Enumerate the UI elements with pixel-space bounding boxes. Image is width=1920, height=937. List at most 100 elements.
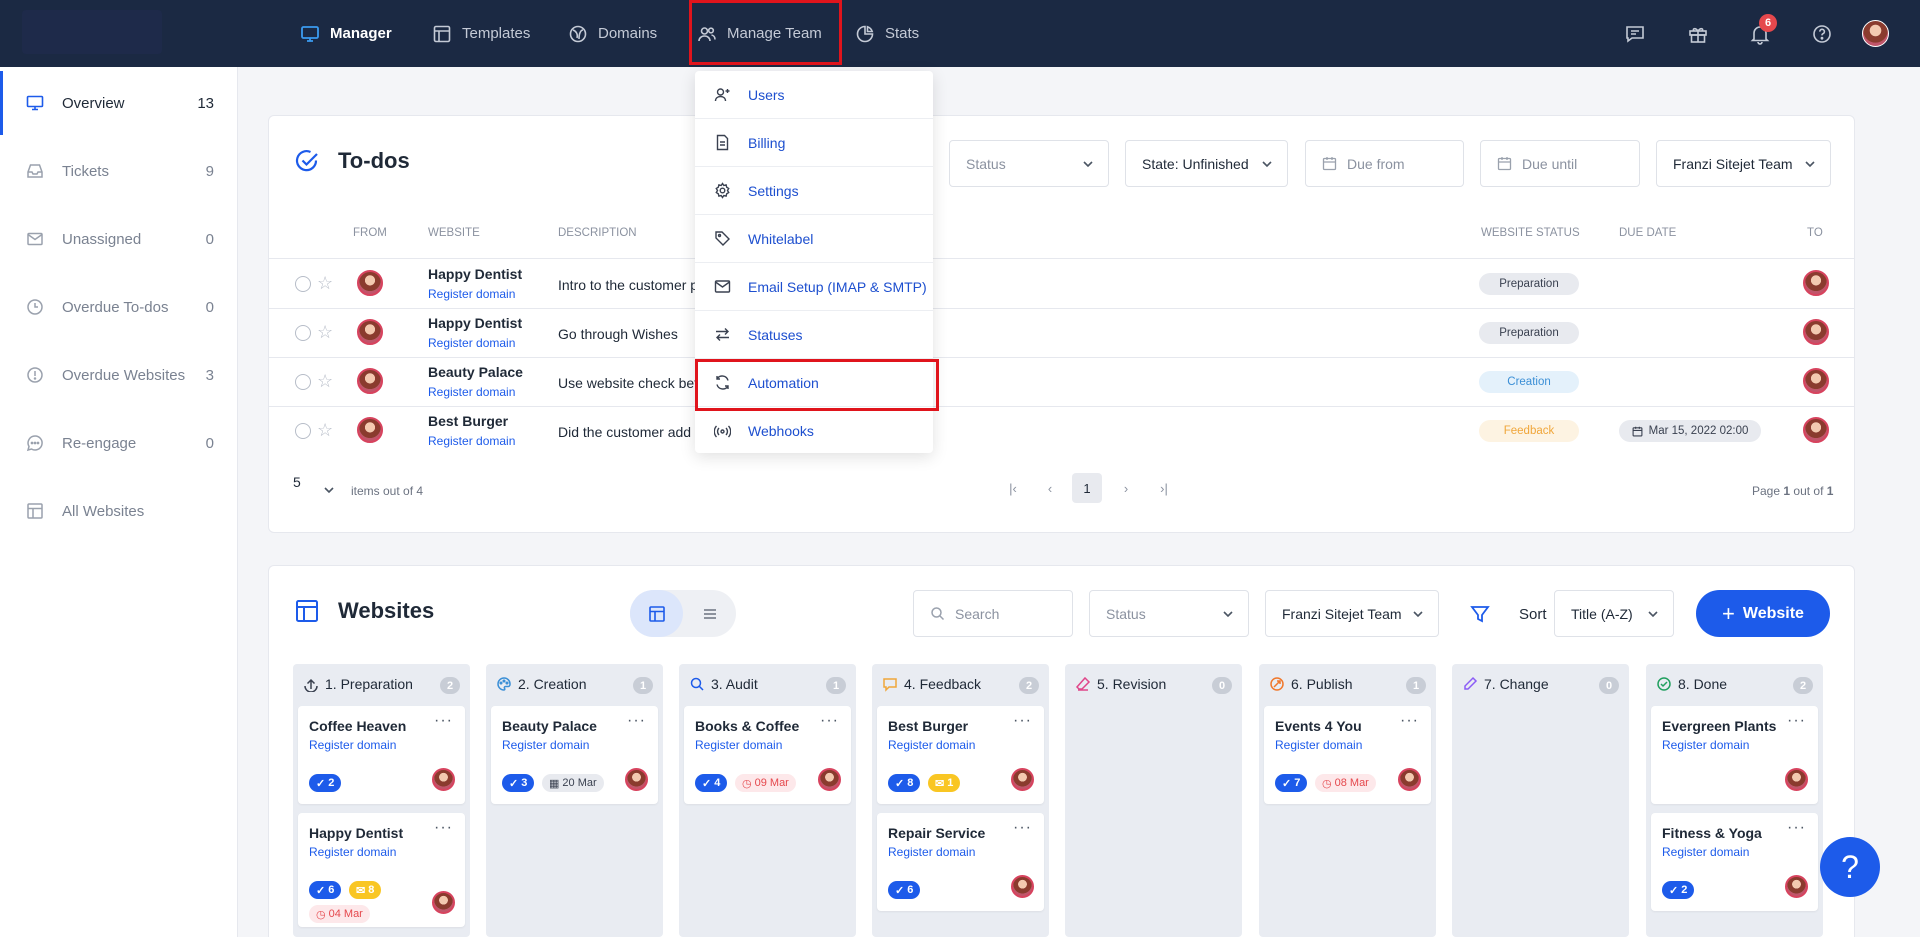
register-domain-link[interactable]: Register domain — [888, 738, 975, 752]
website-card[interactable]: Beauty Palace Register domain ··· ✓ 3 ▦ 20 Mar — [491, 706, 658, 804]
register-domain-link[interactable]: Register domain — [428, 385, 515, 399]
register-domain-link[interactable]: Register domain — [309, 738, 396, 752]
page-size-select[interactable]: 5 — [293, 474, 301, 490]
star-icon[interactable]: ☆ — [317, 274, 333, 292]
table-row[interactable]: ☆ Happy Dentist Register domain Intro to… — [269, 259, 1854, 308]
table-row[interactable]: ☆ Beauty Palace Register domain Use webs… — [269, 358, 1854, 407]
more-options-icon[interactable]: ··· — [820, 712, 839, 730]
website-search-input[interactable]: Search — [913, 590, 1073, 637]
sidebar-item-overview[interactable]: Overview 13 — [0, 71, 238, 135]
website-card-title[interactable]: Coffee Heaven — [309, 718, 406, 734]
more-options-icon[interactable]: ··· — [627, 712, 646, 730]
row-description[interactable]: Use website check bef — [558, 375, 698, 391]
sidebar-item-overdue-websites[interactable]: Overdue Websites 3 — [0, 343, 238, 407]
register-domain-link[interactable]: Register domain — [309, 845, 396, 859]
list-view-button[interactable] — [683, 590, 736, 637]
help-icon[interactable] — [1810, 22, 1834, 46]
menu-item-billing[interactable]: Billing — [695, 119, 933, 167]
website-card-title[interactable]: Repair Service — [888, 825, 985, 841]
more-options-icon[interactable]: ··· — [1013, 712, 1032, 730]
register-domain-link[interactable]: Register domain — [888, 845, 975, 859]
complete-radio[interactable] — [295, 276, 311, 292]
website-team-filter[interactable]: Franzi Sitejet Team — [1265, 590, 1439, 637]
add-website-button[interactable]: + Website — [1696, 590, 1830, 637]
menu-item-whitelabel[interactable]: Whitelabel — [695, 215, 933, 263]
register-domain-link[interactable]: Register domain — [428, 434, 515, 448]
register-domain-link[interactable]: Register domain — [502, 738, 589, 752]
more-options-icon[interactable]: ··· — [1400, 712, 1419, 730]
website-card[interactable]: Happy Dentist Register domain ··· ✓ 6 ✉ 8 ◷ 04 M… — [298, 813, 465, 927]
complete-radio[interactable] — [295, 325, 311, 341]
prev-page-button[interactable]: ‹ — [1035, 473, 1065, 503]
website-card[interactable]: Best Burger Register domain ··· ✓ 8 ✉ 1 — [877, 706, 1044, 804]
website-card-title[interactable]: Best Burger — [888, 718, 968, 734]
nav-manager[interactable]: Manager — [300, 0, 392, 67]
complete-radio[interactable] — [295, 374, 311, 390]
more-options-icon[interactable]: ··· — [1787, 819, 1806, 837]
filter-funnel-icon[interactable] — [1469, 603, 1491, 625]
star-icon[interactable]: ☆ — [317, 372, 333, 390]
register-domain-link[interactable]: Register domain — [428, 336, 515, 350]
row-website[interactable]: Best Burger — [428, 413, 508, 429]
sort-select[interactable]: Title (A-Z) — [1554, 590, 1674, 637]
website-card[interactable]: Evergreen Plants Register domain ··· — [1651, 706, 1818, 804]
sidebar-item-tickets[interactable]: Tickets 9 — [0, 139, 238, 203]
menu-item-webhooks[interactable]: Webhooks — [695, 407, 933, 455]
nav-templates[interactable]: Templates — [432, 0, 530, 67]
register-domain-link[interactable]: Register domain — [428, 287, 515, 301]
sidebar-item-unassigned[interactable]: Unassigned 0 — [0, 207, 238, 271]
website-card[interactable]: Books & Coffee Register domain ··· ✓ 4 ◷ 09 Ma… — [684, 706, 851, 804]
register-domain-link[interactable]: Register domain — [1275, 738, 1362, 752]
register-domain-link[interactable]: Register domain — [695, 738, 782, 752]
row-website[interactable]: Happy Dentist — [428, 315, 522, 331]
nav-domains[interactable]: Domains — [568, 0, 657, 67]
website-card[interactable]: Coffee Heaven Register domain ··· ✓ 2 — [298, 706, 465, 804]
menu-item-users[interactable]: Users — [695, 71, 933, 119]
chevron-down-icon[interactable] — [323, 484, 335, 496]
sidebar-item-all-websites[interactable]: All Websites — [0, 479, 238, 543]
help-button[interactable]: ? — [1820, 837, 1880, 897]
complete-radio[interactable] — [295, 423, 311, 439]
website-card-title[interactable]: Events 4 You — [1275, 718, 1362, 734]
website-card-title[interactable]: Fitness & Yoga — [1662, 825, 1762, 841]
website-status-filter[interactable]: Status — [1089, 590, 1249, 637]
last-page-button[interactable]: ›| — [1149, 473, 1179, 503]
due-from-input[interactable]: Due from — [1305, 140, 1464, 187]
table-row[interactable]: ☆ Happy Dentist Register domain Go throu… — [269, 309, 1854, 358]
menu-item-settings[interactable]: Settings — [695, 167, 933, 215]
website-card-title[interactable]: Evergreen Plants — [1662, 718, 1776, 734]
todo-status-filter[interactable]: Status — [949, 140, 1109, 187]
row-description[interactable]: Intro to the customer p — [558, 277, 698, 293]
row-website[interactable]: Beauty Palace — [428, 364, 523, 380]
sidebar-item-re-engage[interactable]: Re-engage 0 — [0, 411, 238, 475]
row-description[interactable]: Did the customer add f — [558, 424, 699, 440]
due-until-input[interactable]: Due until — [1480, 140, 1640, 187]
todo-state-filter[interactable]: State: Unfinished — [1125, 140, 1288, 187]
website-card-title[interactable]: Happy Dentist — [309, 825, 403, 841]
row-website[interactable]: Happy Dentist — [428, 266, 522, 282]
more-options-icon[interactable]: ··· — [434, 712, 453, 730]
star-icon[interactable]: ☆ — [317, 421, 333, 439]
more-options-icon[interactable]: ··· — [434, 819, 453, 837]
website-card[interactable]: Events 4 You Register domain ··· ✓ 7 ◷ 08 Mar — [1264, 706, 1431, 804]
menu-item-statuses[interactable]: Statuses — [695, 311, 933, 359]
website-card[interactable]: Repair Service Register domain ··· ✓ 6 — [877, 813, 1044, 911]
star-icon[interactable]: ☆ — [317, 323, 333, 341]
more-options-icon[interactable]: ··· — [1787, 712, 1806, 730]
nav-stats[interactable]: Stats — [855, 0, 919, 67]
menu-item-email-setup[interactable]: Email Setup (IMAP & SMTP) — [695, 263, 933, 311]
register-domain-link[interactable]: Register domain — [1662, 738, 1749, 752]
website-card[interactable]: Fitness & Yoga Register domain ··· ✓ 2 — [1651, 813, 1818, 911]
page-number-button[interactable]: 1 — [1072, 473, 1102, 503]
website-card-title[interactable]: Books & Coffee — [695, 718, 799, 734]
user-avatar[interactable] — [1862, 20, 1889, 47]
todo-team-filter[interactable]: Franzi Sitejet Team — [1656, 140, 1831, 187]
table-row[interactable]: ☆ Best Burger Register domain Did the cu… — [269, 407, 1854, 456]
website-card-title[interactable]: Beauty Palace — [502, 718, 597, 734]
gift-icon[interactable] — [1686, 22, 1710, 46]
board-view-button[interactable] — [630, 590, 683, 637]
logo[interactable] — [22, 10, 162, 54]
register-domain-link[interactable]: Register domain — [1662, 845, 1749, 859]
sidebar-item-overdue-todos[interactable]: Overdue To-dos 0 — [0, 275, 238, 339]
next-page-button[interactable]: › — [1111, 473, 1141, 503]
